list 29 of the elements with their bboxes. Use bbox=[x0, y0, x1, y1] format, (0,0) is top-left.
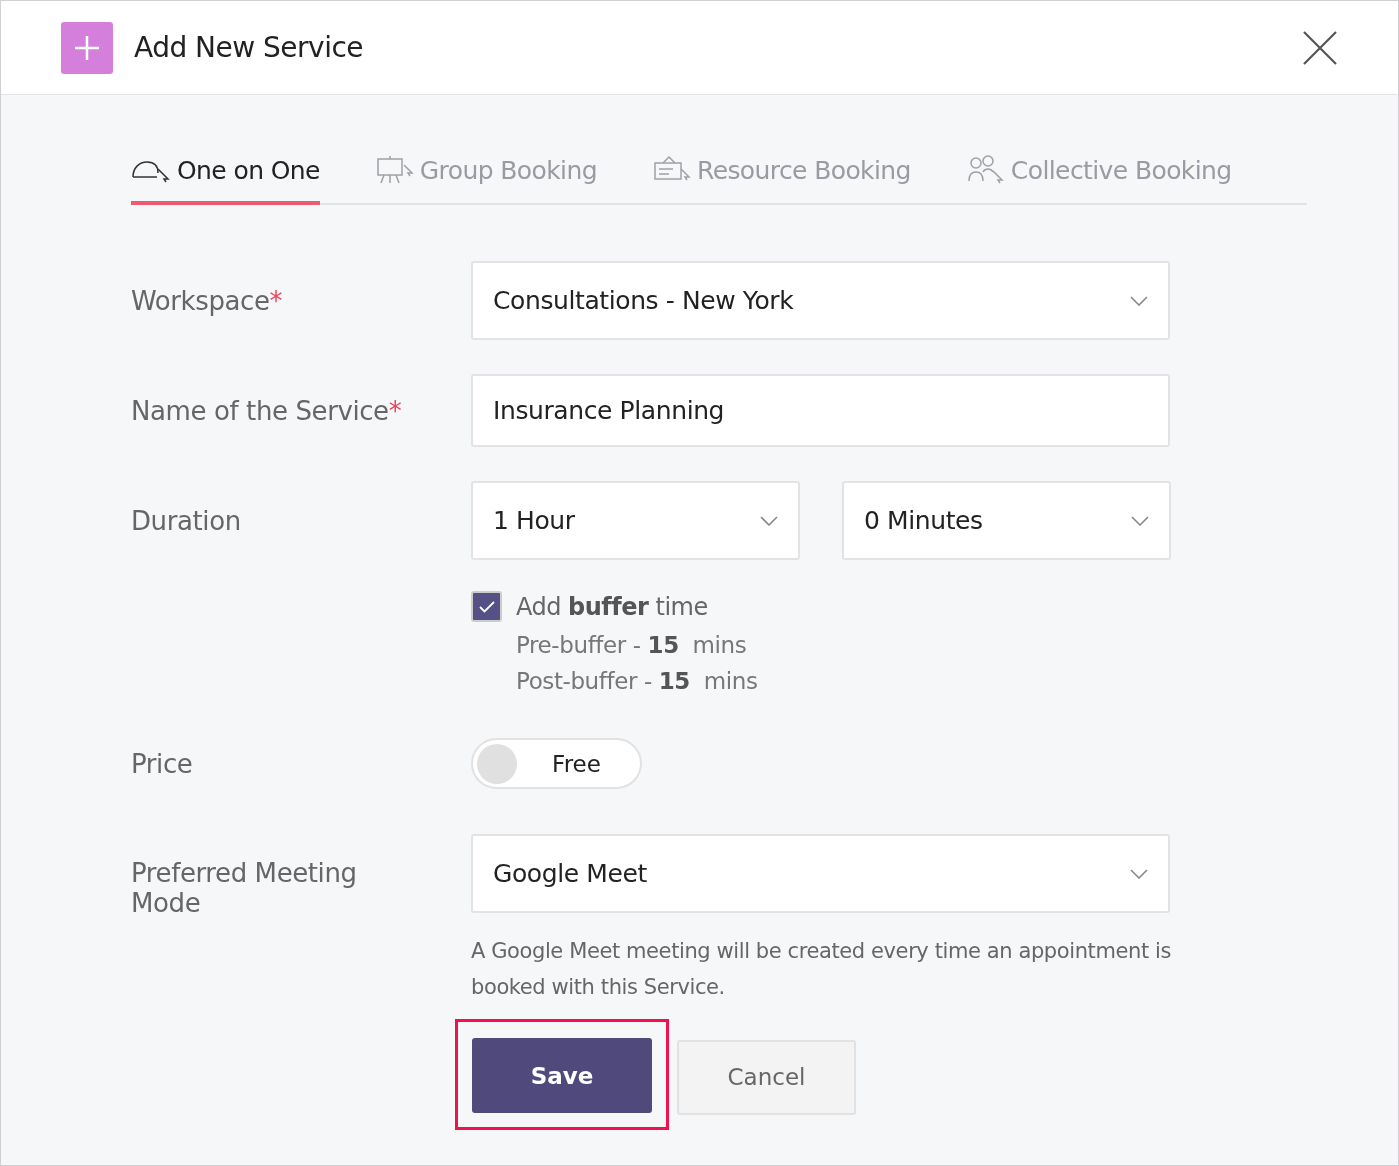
hours-select[interactable]: 1 Hour bbox=[471, 481, 800, 560]
buffer-detail: Pre-buffer - 15 mins bbox=[516, 632, 748, 658]
field-label: Price bbox=[131, 748, 194, 779]
field-label: Workspace* bbox=[131, 285, 284, 316]
buffer-detail: Post-buffer - 15 mins bbox=[516, 668, 758, 694]
chevron-down-icon bbox=[760, 515, 778, 526]
booking-tab[interactable]: One on One bbox=[131, 155, 320, 205]
chevron-down-icon bbox=[1130, 868, 1148, 879]
meeting-mode-note: A Google Meet meeting will be created every time an appointment is booked with this Service. bbox=[471, 938, 1171, 1001]
chevron-down-icon bbox=[1130, 295, 1148, 306]
chevron-down-icon bbox=[1131, 515, 1149, 526]
plus-icon bbox=[61, 21, 113, 74]
workspace-select[interactable]: Consultations - New York bbox=[471, 261, 1170, 340]
meeting-mode-select[interactable]: Google Meet bbox=[471, 834, 1170, 913]
checkbox-label: Add buffer time bbox=[516, 592, 708, 621]
easel-icon bbox=[375, 155, 414, 185]
service-name-input[interactable]: Insurance Planning bbox=[471, 374, 1170, 447]
cancel-button[interactable]: Cancel bbox=[677, 1039, 856, 1115]
people-icon bbox=[966, 155, 1005, 185]
close-button[interactable] bbox=[1302, 29, 1338, 66]
save-button[interactable]: Save bbox=[472, 1038, 652, 1113]
minutes-select[interactable]: 0 Minutes bbox=[842, 481, 1171, 560]
checkmark-icon bbox=[478, 600, 495, 613]
price-toggle[interactable]: Free bbox=[471, 738, 642, 789]
buffer-checkbox[interactable] bbox=[471, 591, 502, 622]
dialog-title: Add New Service bbox=[134, 31, 365, 64]
field-label: Preferred Meeting Mode bbox=[131, 858, 358, 918]
field-label: Duration bbox=[131, 505, 242, 536]
field-label: Name of the Service* bbox=[131, 395, 403, 426]
